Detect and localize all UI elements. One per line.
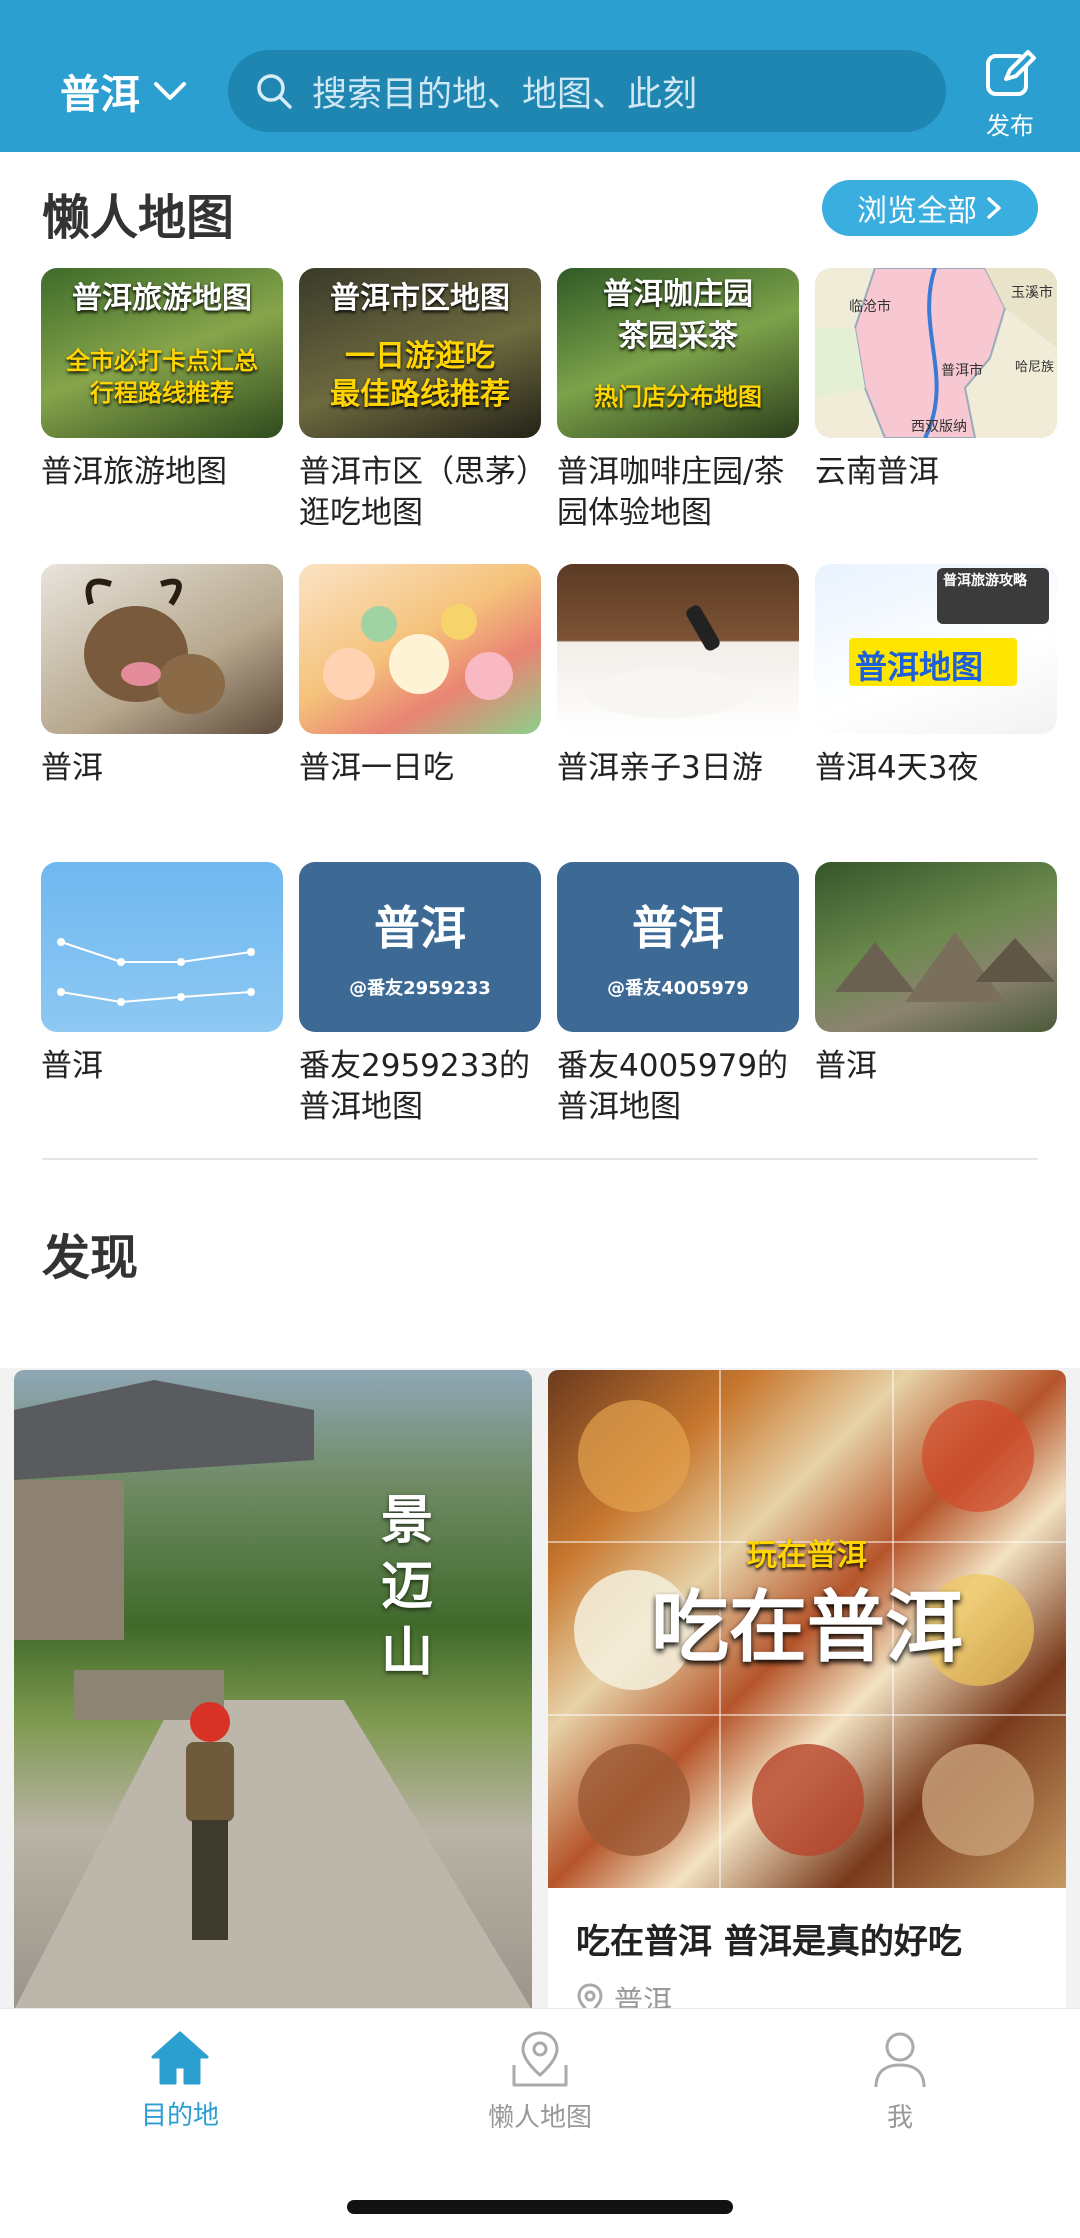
feed-post[interactable]: 景迈山 [14, 1370, 532, 2010]
map-thumbnail: 普洱旅游攻略 普洱地图 [815, 564, 1057, 734]
thumb-sub: 一日游逛吃 [345, 339, 495, 374]
thumb-sub: 行程路线推荐 [90, 379, 234, 407]
thumb-title: 普洱 [374, 901, 466, 955]
city-label: 普洱 [60, 72, 140, 118]
thumb-sub: 最佳路线推荐 [330, 377, 510, 412]
map-label: 普洱市 [941, 363, 983, 379]
map-card[interactable]: 普洱旅游地图 全市必打卡点汇总 行程路线推荐 普洱旅游地图 [41, 268, 283, 493]
thumb-handle: @番友2959233 [349, 978, 491, 999]
post-image: 玩在普洱 吃在普洱 [548, 1370, 1066, 1888]
map-card-title: 普洱 [41, 750, 103, 786]
map-card-title: 普洱一日吃 [299, 750, 454, 786]
weather-chart-image [57, 938, 255, 1006]
map-card-title: 云南普洱 [815, 454, 939, 490]
map-card[interactable]: 普洱 [41, 862, 283, 1087]
map-thumbnail [41, 862, 283, 1032]
thumb-sub: 热门店分布地图 [594, 383, 762, 411]
map-card-title: 普洱4天3夜 [815, 750, 979, 786]
thumb-title: 茶园采茶 [618, 319, 738, 354]
map-pin-icon [512, 2031, 568, 2087]
map-card-title: 普洱咖啡庄园/茶园体验地图 [557, 454, 785, 531]
home-icon [151, 2031, 209, 2085]
tab-lazy-maps[interactable]: 懒人地图 [440, 2029, 640, 2134]
sculpture-image [84, 578, 225, 714]
tab-label: 目的地 [140, 2101, 219, 2131]
city-selector[interactable]: 普洱 [60, 62, 188, 120]
thumb-title: 普洱咖庄园 [603, 277, 753, 312]
guide-label: 普洱旅游攻略 [943, 573, 1027, 589]
map-thumbnail: 普洱市区地图 一日游逛吃 最佳路线推荐 [299, 268, 541, 438]
village-image [835, 932, 1055, 1002]
map-card-title: 普洱旅游地图 [41, 454, 227, 490]
post-location-label: 普洱 [614, 1984, 673, 2010]
map-thumbnail [41, 564, 283, 734]
post-overlay-text: 景迈山 [380, 1491, 433, 1683]
map-label: 临沧市 [849, 299, 891, 315]
chevron-right-icon [987, 197, 1001, 219]
map-thumbnail: 临沧市 玉溪市 普洱市 哈尼族 西双版纳 [815, 268, 1057, 438]
map-card-title: 普洱 [815, 1048, 877, 1084]
post-image [14, 1380, 532, 2010]
home-indicator [347, 2200, 733, 2214]
map-card[interactable]: 普洱 [815, 862, 1057, 1087]
search-input[interactable]: 搜索目的地、地图、此刻 [228, 50, 946, 132]
map-card[interactable]: 普洱市区地图 一日游逛吃 最佳路线推荐 普洱市区（思茅）逛吃地图 [299, 268, 541, 534]
map-card-title: 普洱 [41, 1048, 103, 1084]
map-label: 玉溪市 [1011, 285, 1053, 301]
map-card-title: 普洱市区（思茅）逛吃地图 [299, 454, 532, 531]
lazy-maps-title: 懒人地图 [42, 190, 235, 246]
top-bar: 普洱 搜索目的地、地图、此刻 发布 [0, 0, 1080, 152]
tab-me[interactable]: 我 [800, 2029, 1000, 2134]
map-card[interactable]: 普洱旅游攻略 普洱地图 普洱4天3夜 [815, 564, 1057, 789]
post-overlay-text: 吃在普洱 [650, 1583, 963, 1673]
publish-label: 发布 [986, 112, 1034, 140]
map-label: 西双版纳 [911, 419, 967, 435]
edit-icon [986, 50, 1036, 96]
section-divider [42, 1158, 1038, 1160]
browse-all-label: 浏览全部 [857, 194, 977, 229]
map-label: 哈尼族 [1015, 360, 1055, 375]
post-location: 普洱 [576, 1978, 672, 2010]
map-thumbnail: 普洱咖庄园 茶园采茶 热门店分布地图 [557, 268, 799, 438]
map-card[interactable]: 普洱一日吃 [299, 564, 541, 789]
map-thumbnail [299, 564, 541, 734]
cartoon-image [323, 604, 513, 700]
chevron-down-icon [154, 82, 186, 100]
map-card[interactable]: 普洱亲子3日游 [557, 564, 799, 789]
bed-photo-image [587, 605, 747, 718]
map-card-title: 番友4005979的普洱地图 [557, 1048, 789, 1125]
map-thumbnail: 普洱旅游地图 全市必打卡点汇总 行程路线推荐 [41, 268, 283, 438]
tab-label: 懒人地图 [487, 2103, 592, 2133]
discover-title: 发现 [42, 1230, 139, 1286]
map-card[interactable]: 普洱 @番友2959233 番友2959233的普洱地图 [299, 862, 541, 1128]
map-thumbnail: 普洱 @番友4005979 [557, 862, 799, 1032]
thumb-title: 普洱 [632, 901, 724, 955]
map-thumbnail [557, 564, 799, 734]
feed-post[interactable]: 玩在普洱 吃在普洱 吃在普洱 普洱是真的好吃 普洱 [548, 1370, 1066, 2010]
map-thumbnail [815, 862, 1057, 1032]
user-icon [874, 2032, 926, 2088]
map-card[interactable]: 普洱 @番友4005979 番友4005979的普洱地图 [557, 862, 799, 1128]
search-icon [257, 74, 292, 109]
guide-title: 普洱地图 [855, 648, 984, 686]
map-card-title: 普洱亲子3日游 [557, 750, 763, 786]
thumb-title: 普洱市区地图 [330, 281, 510, 316]
map-card[interactable]: 普洱 [41, 564, 283, 789]
search-placeholder: 搜索目的地、地图、此刻 [312, 74, 698, 115]
location-pin-icon [577, 1983, 603, 2010]
map-card-title: 番友2959233的普洱地图 [299, 1048, 531, 1125]
post-title: 吃在普洱 普洱是真的好吃 [576, 1922, 962, 1962]
map-card[interactable]: 临沧市 玉溪市 普洱市 哈尼族 西双版纳 云南普洱 [815, 268, 1057, 493]
thumb-title: 普洱旅游地图 [72, 281, 252, 316]
tab-label: 我 [886, 2103, 913, 2133]
browse-all-button[interactable]: 浏览全部 [822, 180, 1038, 236]
tab-destination[interactable]: 目的地 [80, 2029, 280, 2132]
map-card[interactable]: 普洱咖庄园 茶园采茶 热门店分布地图 普洱咖啡庄园/茶园体验地图 [557, 268, 799, 534]
thumb-sub: 全市必打卡点汇总 [66, 347, 258, 375]
publish-button[interactable]: 发布 [976, 46, 1044, 141]
thumb-handle: @番友4005979 [607, 978, 749, 999]
map-thumbnail: 普洱 @番友2959233 [299, 862, 541, 1032]
